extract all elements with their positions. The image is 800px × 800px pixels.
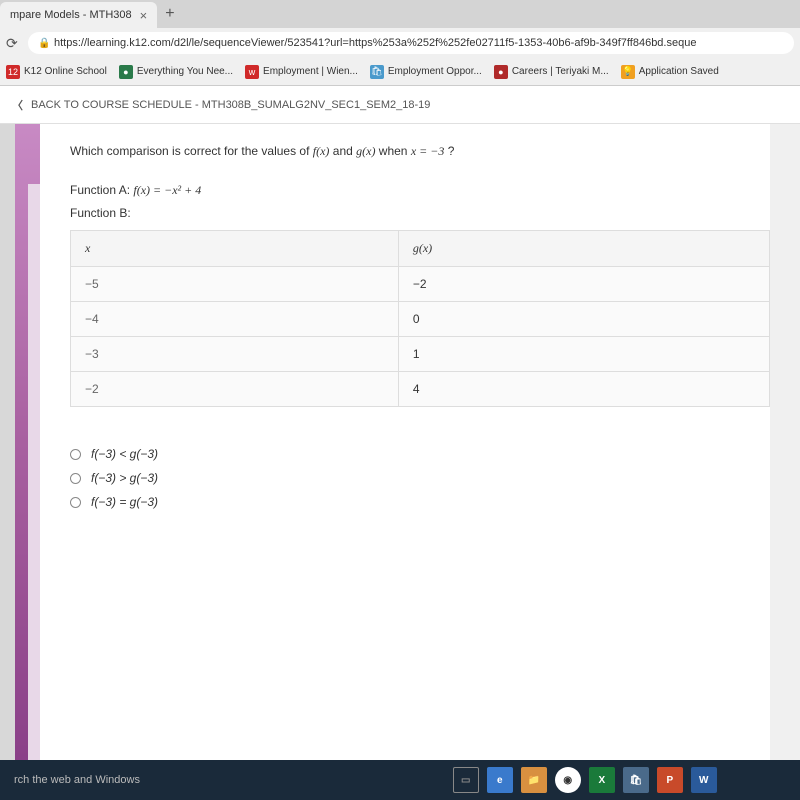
excel-icon[interactable]: X	[589, 767, 615, 793]
ie-icon[interactable]: e	[487, 767, 513, 793]
bookmark-employment-wien[interactable]: w Employment | Wien...	[245, 65, 358, 79]
chevron-left-icon: 〈	[12, 97, 23, 113]
option-lt[interactable]: f(−3) < g(−3)	[70, 447, 770, 461]
bookmark-label: Employment Oppor...	[388, 66, 482, 77]
table-header-row: x g(x)	[71, 231, 770, 267]
chrome-icon[interactable]: ◉	[555, 767, 581, 793]
cell-x: −5	[71, 267, 399, 302]
table-row: −2 4	[71, 372, 770, 407]
main-content: Which comparison is correct for the valu…	[40, 124, 800, 760]
reload-icon[interactable]: ⟳	[6, 35, 22, 51]
lock-icon: 🔒	[38, 38, 48, 48]
shopping-bag-icon: 🛍	[370, 65, 384, 79]
cell-x: −4	[71, 302, 399, 337]
windows-taskbar[interactable]: rch the web and Windows ▭ e 📁 ◉ X 🛍 P W	[0, 760, 800, 800]
tab-title: mpare Models - MTH308	[10, 9, 132, 21]
browser-tab[interactable]: mpare Models - MTH308 ×	[0, 2, 157, 28]
table-row: −3 1	[71, 337, 770, 372]
cell-g: 4	[398, 372, 769, 407]
function-b-table: x g(x) −5 −2 −4 0 −3 1 −2 4	[70, 230, 770, 407]
option-label: f(−3) > g(−3)	[91, 471, 158, 485]
option-eq[interactable]: f(−3) = g(−3)	[70, 495, 770, 509]
task-view-icon[interactable]: ▭	[453, 767, 479, 793]
bookmark-everything[interactable]: ● Everything You Nee...	[119, 65, 233, 79]
header-g: g(x)	[398, 231, 769, 267]
bookmark-employment-oppor[interactable]: 🛍 Employment Oppor...	[370, 65, 482, 79]
back-link-text: BACK TO COURSE SCHEDULE - MTH308B_SUMALG…	[31, 99, 430, 111]
header-x: x	[71, 231, 399, 267]
cell-g: 1	[398, 337, 769, 372]
cell-x: −2	[71, 372, 399, 407]
function-a-label: Function A: f(x) = −x² + 4	[70, 183, 770, 198]
option-label: f(−3) = g(−3)	[91, 495, 158, 509]
function-b-label: Function B:	[70, 206, 770, 220]
bookmarks-bar: 12 K12 Online School ● Everything You Ne…	[0, 58, 800, 86]
content-area: Which comparison is correct for the valu…	[0, 124, 800, 760]
table-row: −5 −2	[71, 267, 770, 302]
word-icon[interactable]: W	[691, 767, 717, 793]
store-icon[interactable]: 🛍	[623, 767, 649, 793]
option-label: f(−3) < g(−3)	[91, 447, 158, 461]
k12-icon: 12	[6, 65, 20, 79]
close-icon[interactable]: ×	[140, 8, 148, 23]
url-bar: ⟳ 🔒 https://learning.k12.com/d2l/le/sequ…	[0, 28, 800, 58]
cell-x: −3	[71, 337, 399, 372]
right-edge-strip	[770, 124, 800, 760]
url-field[interactable]: 🔒 https://learning.k12.com/d2l/le/sequen…	[28, 32, 794, 54]
site-icon: ●	[119, 65, 133, 79]
site-icon: w	[245, 65, 259, 79]
powerpoint-icon[interactable]: P	[657, 767, 683, 793]
bookmark-careers[interactable]: ● Careers | Teriyaki M...	[494, 65, 609, 79]
bookmark-label: Everything You Nee...	[137, 66, 233, 77]
answer-options: f(−3) < g(−3) f(−3) > g(−3) f(−3) = g(−3…	[70, 447, 770, 509]
site-icon: ●	[494, 65, 508, 79]
radio-icon[interactable]	[70, 449, 81, 460]
bookmark-label: Application Saved	[639, 66, 719, 77]
new-tab-button[interactable]: +	[165, 5, 174, 23]
bookmark-label: Careers | Teriyaki M...	[512, 66, 609, 77]
option-gt[interactable]: f(−3) > g(−3)	[70, 471, 770, 485]
url-text: https://learning.k12.com/d2l/le/sequence…	[54, 37, 696, 49]
folder-icon[interactable]: 📁	[521, 767, 547, 793]
radio-icon[interactable]	[70, 497, 81, 508]
bookmark-label: K12 Online School	[24, 66, 107, 77]
cell-g: −2	[398, 267, 769, 302]
question-text: Which comparison is correct for the valu…	[70, 144, 770, 159]
lightbulb-icon: 💡	[621, 65, 635, 79]
bookmark-k12[interactable]: 12 K12 Online School	[6, 65, 107, 79]
back-to-course-bar[interactable]: 〈 BACK TO COURSE SCHEDULE - MTH308B_SUMA…	[0, 86, 800, 124]
cell-g: 0	[398, 302, 769, 337]
table-row: −4 0	[71, 302, 770, 337]
bookmark-app-saved[interactable]: 💡 Application Saved	[621, 65, 719, 79]
radio-icon[interactable]	[70, 473, 81, 484]
bookmark-label: Employment | Wien...	[263, 66, 358, 77]
browser-tab-bar: mpare Models - MTH308 × +	[0, 0, 800, 28]
left-sidebar-strip	[0, 124, 40, 760]
taskbar-search[interactable]: rch the web and Windows	[10, 774, 144, 786]
